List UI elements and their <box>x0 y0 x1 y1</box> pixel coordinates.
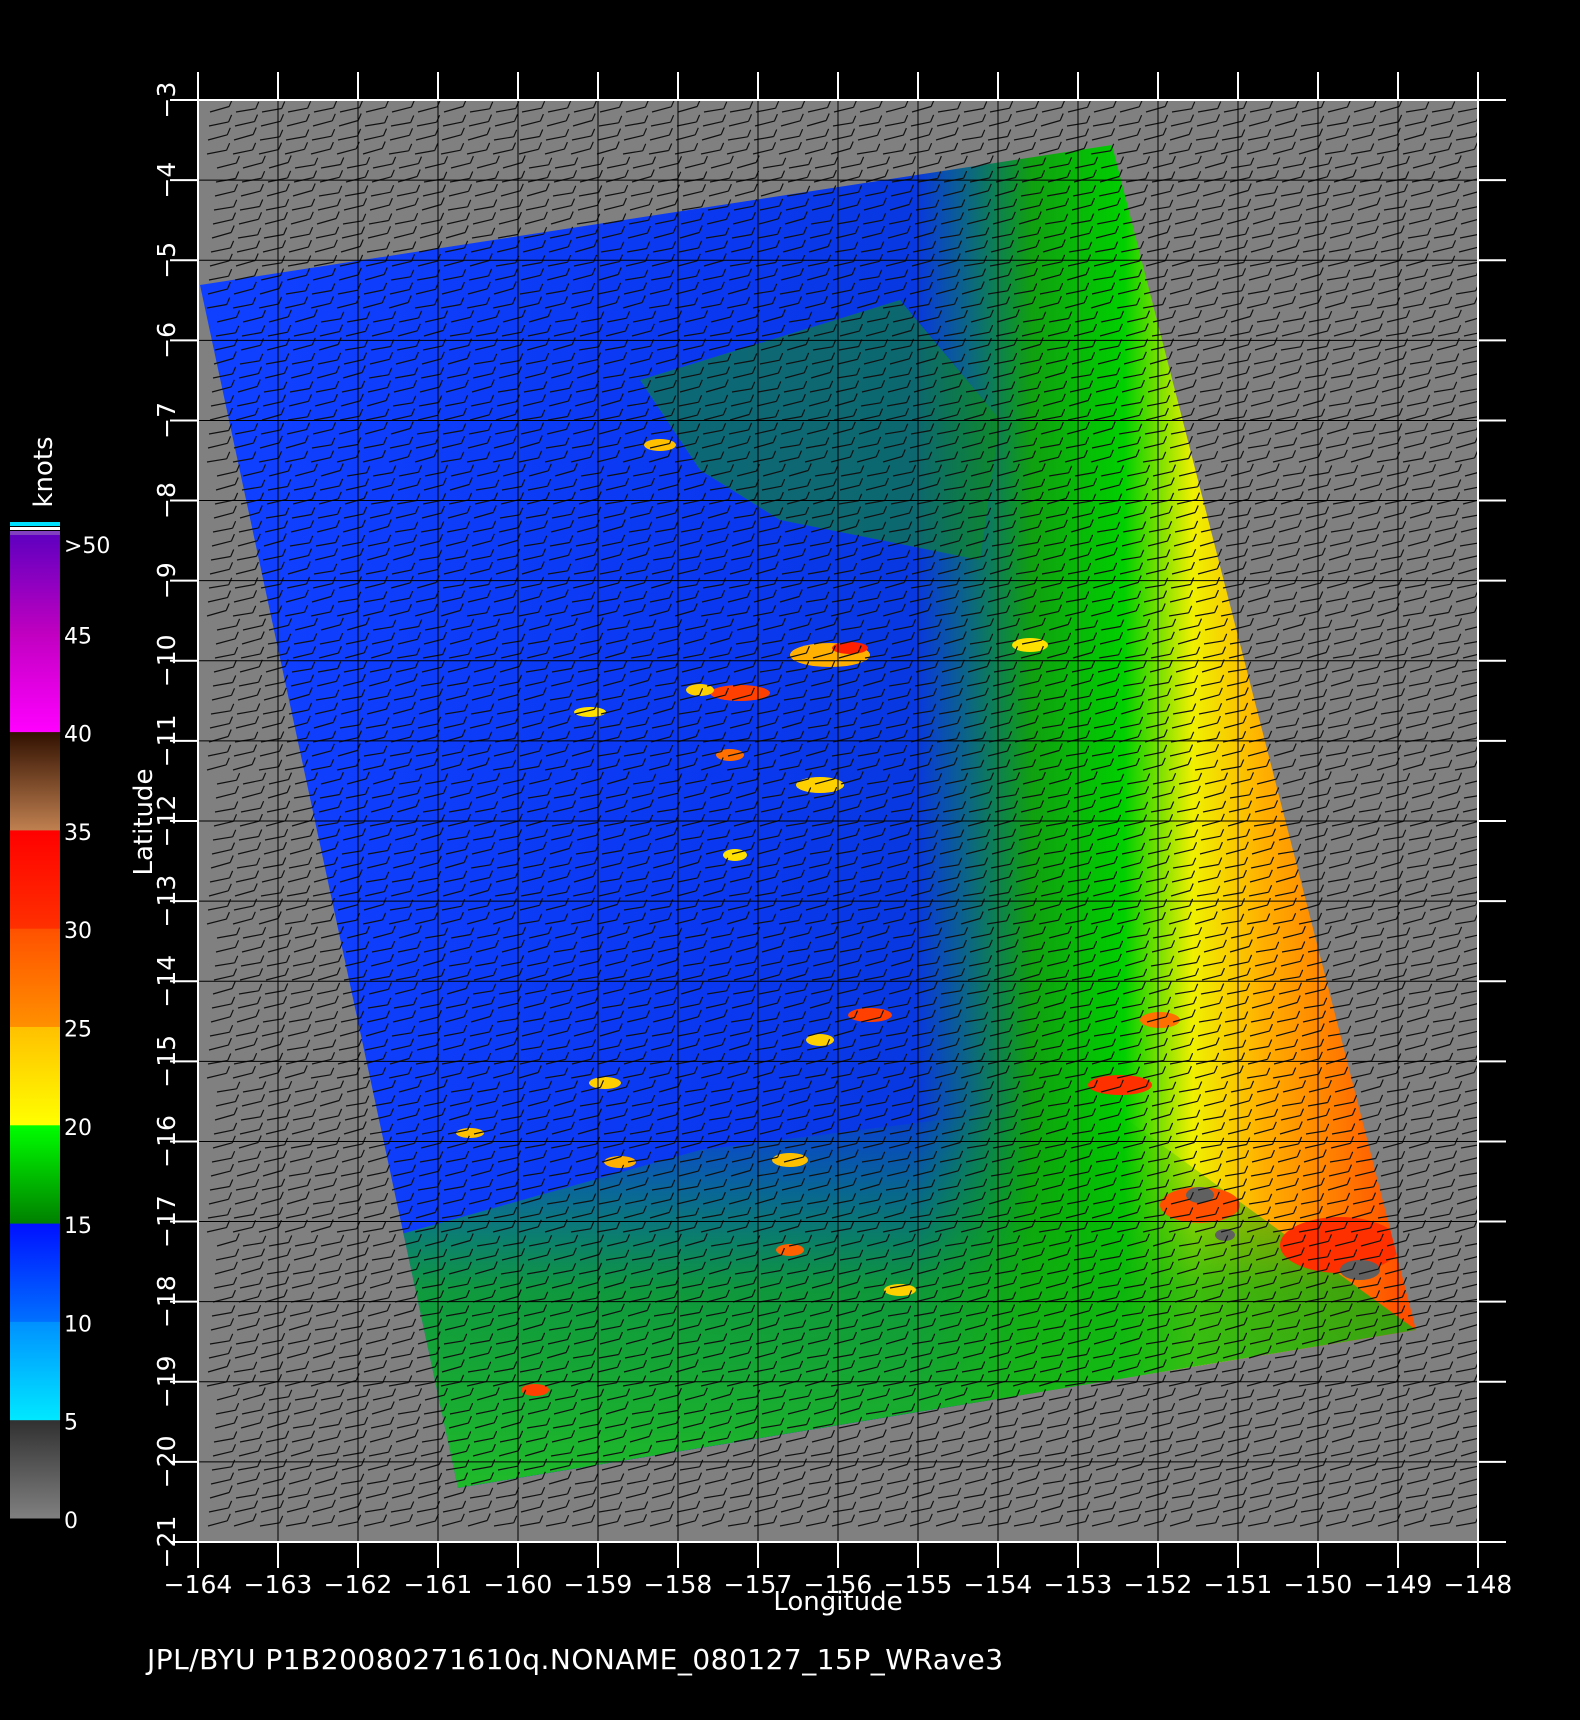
y-tick-label: −6 <box>152 322 181 359</box>
colorbar-band <box>10 535 60 634</box>
x-tick-label: −161 <box>404 1570 473 1599</box>
x-tick-label: −162 <box>324 1570 393 1599</box>
x-tick-label: −164 <box>164 1570 233 1599</box>
colorbar-band <box>10 1419 60 1519</box>
colorbar-top-stripe <box>10 531 60 535</box>
colorbar-tick-label: 0 <box>64 1509 78 1534</box>
colorbar-tick-label: 30 <box>64 919 92 944</box>
y-tick-label: −4 <box>152 162 181 199</box>
y-tick-label: −19 <box>152 1355 181 1408</box>
colorbar-tick-label: 25 <box>64 1018 92 1043</box>
y-tick-label: −3 <box>152 82 181 119</box>
wind-map-figure: −164 −163 −162 −161 −160 −159 −158 −157 −156 −155… <box>10 72 1513 1617</box>
x-axis-label: Longitude <box>773 1587 902 1617</box>
y-tick-label: −21 <box>152 1516 181 1569</box>
y-tick-label: −13 <box>152 875 181 928</box>
y-tick-label: −20 <box>152 1436 181 1489</box>
colorbar-band <box>10 731 60 831</box>
colorbar-tick-label: 20 <box>64 1116 92 1141</box>
colorbar-tick-label: 5 <box>64 1411 78 1436</box>
x-tick-label: −153 <box>1044 1570 1113 1599</box>
colorbar-band <box>10 1321 60 1421</box>
high-wind-patch <box>1012 638 1048 652</box>
high-wind-patch <box>574 707 606 717</box>
y-tick-label: −7 <box>152 402 181 439</box>
y-tick-label: −14 <box>152 955 181 1008</box>
high-wind-patch <box>796 777 844 793</box>
y-tick-label: −15 <box>152 1035 181 1088</box>
x-tick-label: −152 <box>1124 1570 1193 1599</box>
colorbar-tick-label: 15 <box>64 1214 92 1239</box>
x-tick-label: −160 <box>484 1570 553 1599</box>
y-tick-label: −16 <box>152 1115 181 1168</box>
y-tick-label: −17 <box>152 1195 181 1248</box>
x-tick-label: −154 <box>964 1570 1033 1599</box>
high-wind-patch <box>1140 1012 1180 1028</box>
x-tick-label: −149 <box>1364 1570 1433 1599</box>
y-tick-label: −11 <box>152 715 181 768</box>
colorbar-labels: >50 45 40 35 30 25 20 15 10 5 0 <box>64 534 110 1534</box>
colorbar-unit-label: knots <box>29 436 59 507</box>
x-tick-label: −163 <box>244 1570 313 1599</box>
colorbar-tick-label: 35 <box>64 821 92 846</box>
x-tick-label: −158 <box>644 1570 713 1599</box>
colorbar-band <box>10 829 60 929</box>
colorbar-tick-label: 45 <box>64 624 92 649</box>
high-wind-patch <box>589 1077 621 1089</box>
high-wind-patch <box>1088 1075 1152 1095</box>
colorbar-band <box>10 1223 60 1322</box>
footer-caption: JPL/BYU P1B20080271610q.NONAME_080127_15… <box>147 1643 1004 1676</box>
y-tick-label: −8 <box>152 482 181 519</box>
y-axis-label: Latitude <box>129 768 159 875</box>
y-tick-label: −5 <box>152 242 181 279</box>
colorbar-top-stripe <box>10 522 60 526</box>
colorbar-band <box>10 1026 60 1126</box>
x-tick-label: −159 <box>564 1570 633 1599</box>
colorbar <box>10 522 60 1519</box>
colorbar-band <box>10 633 60 733</box>
colorbar-tick-label: 40 <box>64 723 92 748</box>
x-tick-label: −150 <box>1284 1570 1353 1599</box>
high-wind-patch <box>832 642 868 654</box>
colorbar-tick-label: >50 <box>64 534 110 559</box>
x-tick-label: −151 <box>1204 1570 1273 1599</box>
colorbar-band <box>10 1124 60 1224</box>
colorbar-band <box>10 928 60 1027</box>
y-tick-label: −9 <box>152 562 181 599</box>
y-tick-label: −18 <box>152 1275 181 1328</box>
colorbar-tick-label: 10 <box>64 1312 92 1337</box>
y-tick-label: −10 <box>152 634 181 687</box>
x-tick-label: −148 <box>1444 1570 1513 1599</box>
colorbar-top-stripe <box>10 527 60 530</box>
